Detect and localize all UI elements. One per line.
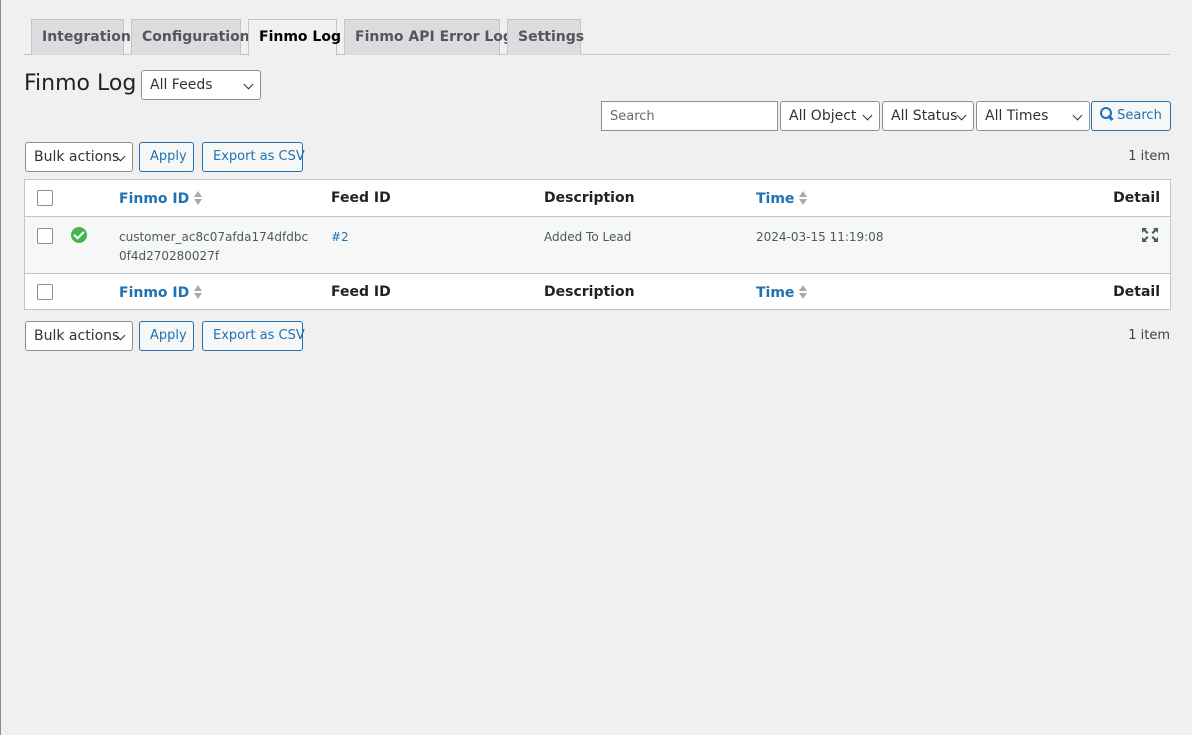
feed-filter-value: All Feeds [150,77,213,93]
column-detail-footer: Detail [1113,284,1160,300]
tab-finmo-log[interactable]: Finmo Log [248,19,341,56]
status-filter-select[interactable]: All Status [882,101,974,131]
sort-icon [798,190,808,206]
select-all-checkbox-footer[interactable] [37,284,53,300]
table-row: customer_ac8c07afda174dfdbc0f4d270280027… [25,217,1170,273]
tab-configuration[interactable]: Configuration [131,19,250,55]
expand-icon[interactable] [1141,227,1159,243]
nav-tabs: Integration Configuration Finmo Log Finm… [24,18,1170,56]
times-filter-value: All Times [985,108,1049,124]
column-description: Description [544,190,635,206]
column-time-label: Time [756,285,795,301]
column-time-footer[interactable]: Time [756,284,808,301]
feed-id-link[interactable]: #2 [331,228,349,247]
column-detail: Detail [1113,190,1160,206]
apply-button-bottom[interactable]: Apply [139,321,194,351]
column-finmo-id-label: Finmo ID [119,285,190,301]
search-button-label: Search [1117,108,1162,123]
item-count-bottom: 1 item [1128,328,1170,343]
search-input[interactable] [601,101,778,131]
time-cell: 2024-03-15 11:19:08 [756,230,884,244]
export-csv-button-top[interactable]: Export as CSV [202,142,305,172]
table-footer-row: Finmo ID Feed ID Description Time Detail [25,273,1170,309]
column-feed-id-footer: Feed ID [331,284,391,300]
chevron-down-icon [956,110,967,121]
column-finmo-id-footer[interactable]: Finmo ID [119,284,203,301]
table-header-row: Finmo ID Feed ID Description Time Detail [25,180,1170,217]
object-filter-select[interactable]: All Object [780,101,880,131]
status-filter-value: All Status [891,108,958,124]
bulk-actions-select-top[interactable]: Bulk actions [25,142,133,172]
row-checkbox[interactable] [37,228,53,244]
bulk-actions-value: Bulk actions [34,149,120,165]
chevron-down-icon [1072,110,1083,121]
admin-page: Integration Configuration Finmo Log Finm… [0,0,1192,735]
bulk-actions-value: Bulk actions [34,328,120,344]
column-feed-id: Feed ID [331,190,391,206]
sort-icon [193,190,203,206]
feed-filter-select[interactable]: All Feeds [141,70,261,100]
times-filter-select[interactable]: All Times [976,101,1090,131]
tab-integration[interactable]: Integration [31,19,131,55]
item-count-top: 1 item [1128,149,1170,164]
column-finmo-id[interactable]: Finmo ID [119,190,203,207]
select-all-checkbox[interactable] [37,190,53,206]
column-finmo-id-label: Finmo ID [119,191,190,207]
export-csv-button-bottom[interactable]: Export as CSV [202,321,305,351]
search-button[interactable]: Search [1091,101,1171,131]
column-description-footer: Description [544,284,635,300]
finmo-id-cell: customer_ac8c07afda174dfdbc0f4d270280027… [119,230,309,263]
search-icon [1100,107,1114,121]
bulk-actions-select-bottom[interactable]: Bulk actions [25,321,133,351]
chevron-down-icon [243,79,254,90]
column-time[interactable]: Time [756,190,808,207]
description-cell: Added To Lead [544,230,632,244]
sort-icon [193,284,203,300]
tab-finmo-api-error-logs[interactable]: Finmo API Error Logs [344,19,521,55]
success-check-icon [71,227,87,243]
chevron-down-icon [862,110,873,121]
column-time-label: Time [756,191,795,207]
log-table: Finmo ID Feed ID Description Time Detail… [24,179,1171,310]
apply-button-top[interactable]: Apply [139,142,194,172]
page-title: Finmo Log [24,71,137,96]
tab-settings[interactable]: Settings [507,19,584,55]
sort-icon [798,284,808,300]
object-filter-value: All Object [789,108,857,124]
